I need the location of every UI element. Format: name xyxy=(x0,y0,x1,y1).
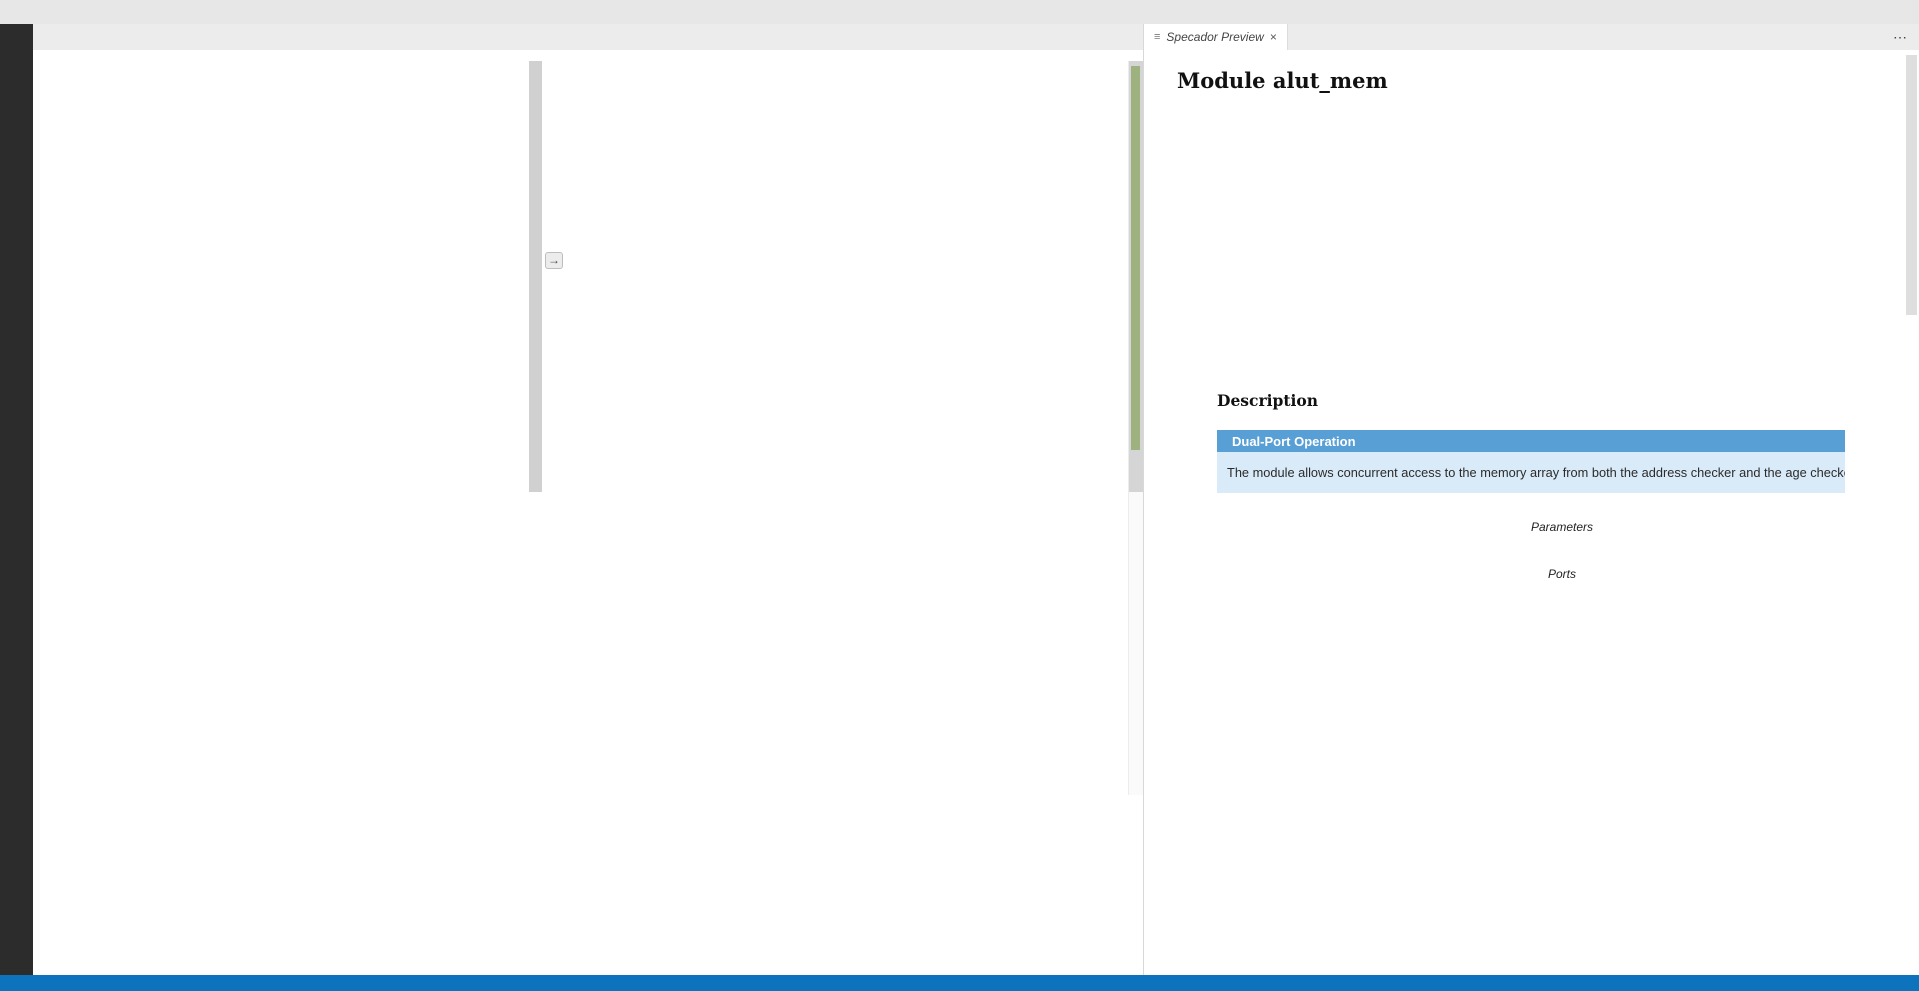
specador-preview-panel: ≡ Specador Preview × ⋯ Module alut_mem D… xyxy=(1143,24,1919,975)
left-pane-scrollbar[interactable] xyxy=(529,61,542,492)
more-actions-icon[interactable]: ⋯ xyxy=(1893,24,1919,50)
description-heading: Description xyxy=(1217,391,1919,410)
editor-tab-bar xyxy=(33,24,1143,50)
status-bar xyxy=(0,975,1919,991)
preview-file-icon: ≡ xyxy=(1154,31,1160,43)
block-diagram xyxy=(1144,97,1919,373)
menu-bar xyxy=(0,0,1919,24)
vscode-dvt-window: → ≡ Specador Preview × ⋯ Module alut_mem… xyxy=(0,0,1919,991)
preview-scrollbar[interactable] xyxy=(1906,55,1917,315)
parameters-caption: Parameters xyxy=(1217,520,1907,534)
admonition-header: Dual-Port Operation xyxy=(1217,430,1845,452)
preview-tab-label: Specador Preview xyxy=(1166,30,1263,44)
module-title: Module alut_mem xyxy=(1177,68,1919,93)
preview-content: Module alut_mem Description Dual-Port Op… xyxy=(1144,50,1919,975)
activity-bar xyxy=(0,24,33,975)
tab-specador-preview[interactable]: ≡ Specador Preview × xyxy=(1144,24,1288,50)
diff-overview-ruler[interactable] xyxy=(1128,61,1143,795)
admonition-body: The module allows concurrent access to t… xyxy=(1217,452,1845,493)
diff-editor[interactable]: → xyxy=(33,61,1143,795)
admonition-title: Dual-Port Operation xyxy=(1232,434,1356,449)
diff-revert-arrow-button[interactable]: → xyxy=(545,252,563,269)
ports-caption: Ports xyxy=(1217,567,1907,581)
admonition-note: Dual-Port Operation The module allows co… xyxy=(1217,430,1845,493)
preview-tab-bar: ≡ Specador Preview × ⋯ xyxy=(1144,24,1919,50)
close-icon[interactable]: × xyxy=(1270,30,1277,44)
